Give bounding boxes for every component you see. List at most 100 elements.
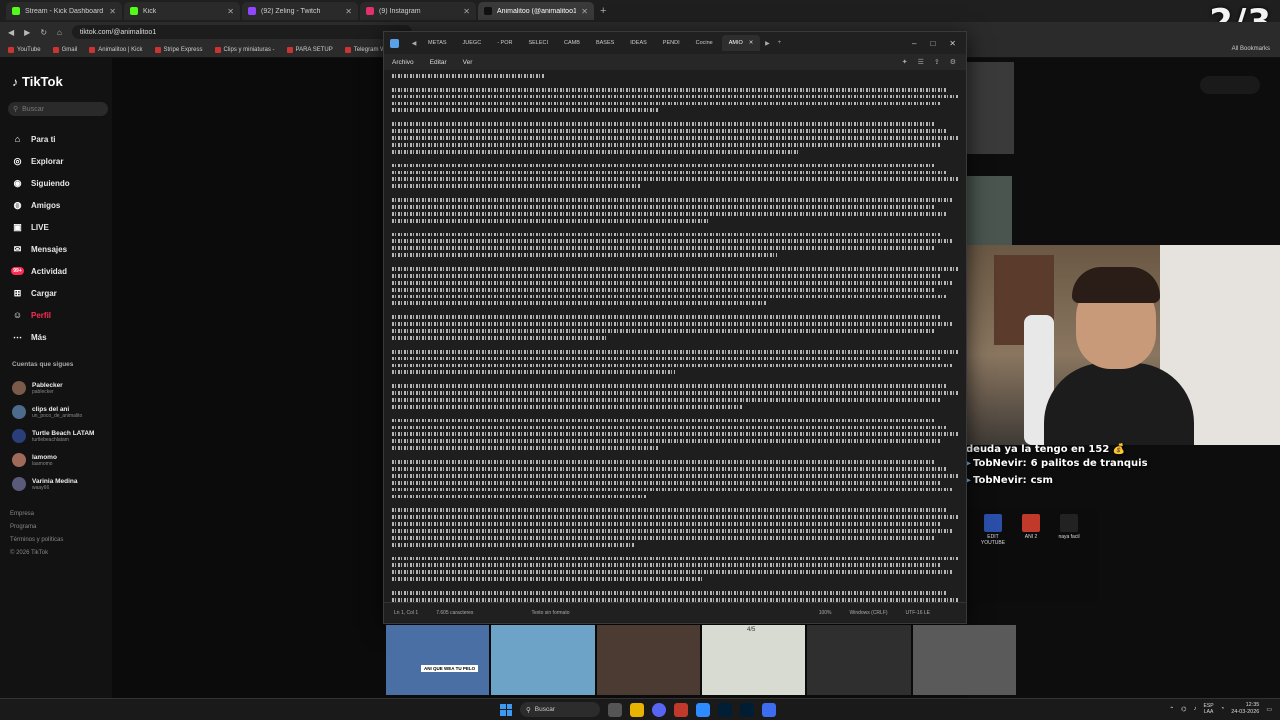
bookmark-item[interactable]: Stripe Express [154,46,203,53]
notepad-taskbar-icon[interactable] [762,702,776,717]
nav-item-siguiendo[interactable]: ◉ Siguiendo [12,172,108,194]
discord-icon[interactable] [652,702,666,717]
nav-item-parati[interactable]: ⌂ Para ti [12,128,108,150]
browser-tab[interactable]: (92) Zeling - Twitch ✕ [242,2,358,20]
maximize-icon[interactable]: □ [930,39,935,48]
menu-editar[interactable]: Editar [430,59,447,66]
nav-item-live[interactable]: ▣ LIVE [12,216,108,238]
bookmark-item[interactable]: Animalitoo | Kick [89,46,143,53]
desktop-icon[interactable]: naya facil [1052,514,1086,540]
tab-close-icon[interactable]: ✕ [463,7,470,16]
browser-tab[interactable]: (9) Instagram ✕ [360,2,476,20]
format-icon[interactable]: ☰ [918,58,924,66]
status-zoom[interactable]: 100% [819,610,832,616]
taskbar-search[interactable]: ⚲ Buscar [520,702,600,717]
nav-item-amigos[interactable]: ◍ Amigos [12,194,108,216]
status-encoding[interactable]: UTF-16 LE [906,610,930,616]
windows-start-icon[interactable] [500,703,512,716]
all-bookmarks-link[interactable]: All Bookmarks [1232,46,1270,52]
following-account[interactable]: Turtle Beach LATAM turtlebeachlatam [12,424,112,448]
copilot-icon[interactable]: ✦ [902,58,908,66]
video-thumbnail[interactable] [491,625,595,695]
wifi-icon[interactable]: ◔ [1221,706,1225,712]
notepad-new-tab-button[interactable]: + [774,40,784,46]
following-account[interactable]: lamomo laamomo [12,448,112,472]
desktop-icon[interactable]: ANI 2 [1014,514,1048,540]
file-explorer-icon[interactable] [630,702,644,717]
bookmark-item[interactable]: Clips y miniaturas - [214,46,275,53]
nav-item-ms[interactable]: ⋯ Más [12,326,108,348]
home-nav-icon[interactable]: ⌂ [57,28,62,37]
menu-ver[interactable]: Ver [463,59,473,66]
bookmark-item[interactable]: YouTube [8,46,41,53]
notepad-tab[interactable]: SELECI [521,35,555,51]
chrome-icon[interactable] [696,702,710,717]
nav-item-perfil[interactable]: ☺ Perfil [12,304,108,326]
video-thumbnail[interactable]: 4/5 [701,625,806,695]
menu-archivo[interactable]: Archivo [392,59,414,66]
back-icon[interactable]: ◀ [8,28,14,37]
video-thumbnail[interactable] [807,625,911,695]
tab-close-icon[interactable]: ✕ [109,7,116,16]
notepad-tab[interactable]: PENDI [656,35,687,51]
notepad-text-area[interactable] [384,70,966,602]
browser-tab[interactable]: Animalitoo (@animalitoo1) | Ti ✕ [478,2,594,20]
nav-item-mensajes[interactable]: ✉ Mensajes [12,238,108,260]
notifications-icon[interactable]: ▭ [1266,706,1272,713]
video-thumbnail[interactable] [912,625,1016,695]
notepad-tab[interactable]: METAS [421,35,454,51]
footer-link[interactable]: Términos y políticas [10,534,63,547]
footer-link[interactable]: Empresa [10,508,63,521]
photoshop-icon[interactable] [740,702,754,717]
tiktok-logo[interactable]: ♪ TikTok [12,74,63,89]
bookmark-favicon-icon [8,46,14,53]
app-icon[interactable] [674,702,688,717]
settings-icon[interactable]: ⚙ [950,58,956,66]
notepad-tab[interactable]: - POR [490,35,519,51]
notepad-tab[interactable]: JUEGC [456,35,489,51]
forward-icon[interactable]: ▶ [24,28,30,37]
task-view-icon[interactable] [608,702,622,717]
url-field[interactable]: tiktok.com/@animalitoo1 [71,25,412,39]
desktop-icon[interactable]: EDIT YOUTUBE [976,514,1010,546]
clock[interactable]: 12:35 24-03-2026 [1231,702,1259,716]
following-account[interactable]: Pablecker pablecker [12,376,112,400]
status-eol[interactable]: Windows (CRLF) [849,610,887,616]
share-icon[interactable]: ⇪ [934,58,940,66]
minimize-icon[interactable]: – [912,39,916,48]
reload-icon[interactable]: ↻ [40,28,47,37]
account-handle: turtlebeachlatam [32,436,69,443]
nav-item-explorar[interactable]: ◎ Explorar [12,150,108,172]
tab-close-icon[interactable]: ✕ [227,7,234,16]
browser-tab[interactable]: Stream - Kick Dashboard ✕ [6,2,122,20]
tab-close-icon[interactable]: ✕ [581,7,588,16]
video-thumbnail[interactable]: ANI QUE WEA TU PELO [386,625,490,695]
bookmark-item[interactable]: PARA SETUP [286,46,333,53]
notepad-tab[interactable]: BASES [589,35,621,51]
scroll-tabs-right-icon[interactable]: ▶ [762,40,772,47]
notepad-tab[interactable]: IDEAS [623,35,654,51]
nav-item-actividad[interactable]: 99+ Actividad [11,260,108,282]
footer-link[interactable]: Programa [10,521,63,534]
following-account[interactable]: clips del ani un_poco_de_animalito [12,400,112,424]
network-icon[interactable]: ⌬ [1181,706,1186,713]
tiktok-search-input[interactable]: ⚲ Buscar [8,102,108,116]
language-indicator[interactable]: ESP LAA [1204,703,1214,715]
nav-item-cargar[interactable]: ⊞ Cargar [12,282,108,304]
text-line [392,184,642,189]
browser-tab[interactable]: Kick ✕ [124,2,240,20]
premiere-icon[interactable] [718,702,732,717]
volume-icon[interactable]: ♪ [1194,706,1197,712]
notepad-tab[interactable]: Cocine [689,35,720,51]
following-account[interactable]: Varinia Medina waay66 [12,472,112,496]
close-tab-icon[interactable]: ✕ [749,40,754,46]
close-icon[interactable]: ✕ [949,39,956,48]
tray-chevron-icon[interactable]: ⌃ [1169,706,1174,713]
scroll-tabs-left-icon[interactable]: ◀ [409,40,419,47]
bookmark-item[interactable]: Gmail [52,46,77,53]
video-thumbnail[interactable] [596,625,700,695]
notepad-tab[interactable]: AMIO ✕ [721,35,761,51]
new-tab-button[interactable]: + [600,5,606,17]
notepad-tab[interactable]: CAMB [557,35,587,51]
tab-close-icon[interactable]: ✕ [345,7,352,16]
